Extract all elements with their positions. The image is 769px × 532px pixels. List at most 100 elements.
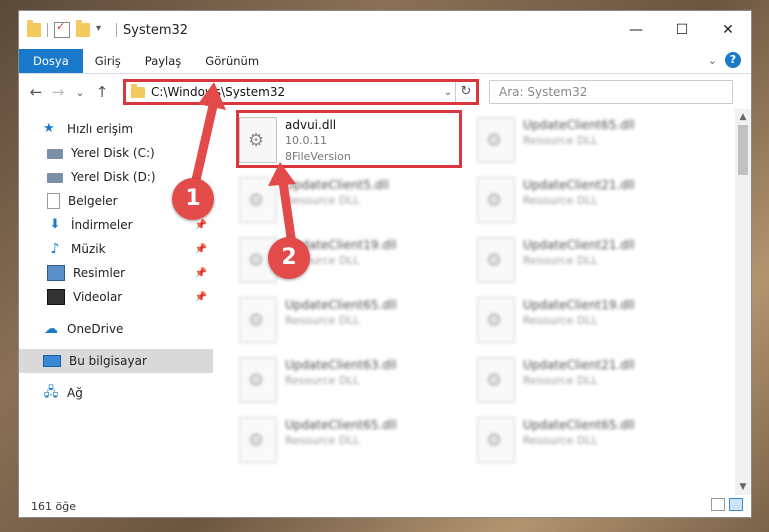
- item-count: 161 öğe: [31, 499, 76, 513]
- details-view-icon[interactable]: [711, 498, 725, 511]
- annotation-callout-1: 1: [172, 178, 214, 220]
- sidebar-item-onedrive[interactable]: ☁ OneDrive: [19, 317, 213, 341]
- file-description: Resource DLL: [523, 254, 598, 267]
- download-icon: ⬇: [49, 217, 61, 232]
- status-bar: 161 öğe: [19, 495, 751, 517]
- refresh-button[interactable]: ↻: [455, 82, 476, 102]
- expand-ribbon-icon[interactable]: ⌄: [708, 54, 717, 67]
- vertical-scrollbar[interactable]: ▲ ▼: [735, 109, 751, 495]
- dll-file-icon: [477, 417, 515, 463]
- maximize-button[interactable]: ☐: [659, 15, 705, 45]
- dll-file-icon: [477, 237, 515, 283]
- sidebar-item-label: Belgeler: [68, 194, 118, 208]
- network-icon: 🖧: [43, 385, 59, 400]
- sidebar-item-videos[interactable]: Videolar 📌: [19, 285, 213, 309]
- minimize-button[interactable]: —: [613, 15, 659, 45]
- file-item[interactable]: UpdateClient65.dll Resource DLL: [469, 413, 691, 471]
- file-item[interactable]: UpdateClient63.dll Resource DLL: [231, 353, 453, 411]
- drive-icon: [47, 149, 63, 159]
- dll-file-icon: [239, 297, 277, 343]
- sidebar-item-this-pc[interactable]: Bu bilgisayar: [19, 349, 213, 373]
- file-name: UpdateClient5.dll: [285, 178, 389, 192]
- back-button[interactable]: ←: [25, 83, 47, 101]
- sidebar-item-label: Ağ: [67, 386, 83, 400]
- navigation-bar: ← → ⌄ ↑ C:\Windows\System32 ⌄ ↻ Ara: Sys…: [19, 74, 751, 110]
- sidebar-item-label: Yerel Disk (D:): [71, 170, 156, 184]
- dll-file-icon: [239, 177, 277, 223]
- title-bar: ▾ System32 — ☐ ✕: [19, 11, 751, 49]
- dll-file-icon: [477, 357, 515, 403]
- annotation-callout-2: 2: [268, 237, 310, 279]
- file-item[interactable]: UpdateClient19.dllResource DLL: [231, 233, 453, 291]
- scroll-down-icon[interactable]: ▼: [735, 479, 751, 495]
- sidebar-item-label: Müzik: [71, 242, 106, 256]
- sidebar-item-pictures[interactable]: Resimler 📌: [19, 261, 213, 285]
- folder-icon: [131, 83, 145, 98]
- tiles-view-icon[interactable]: [729, 498, 743, 511]
- explorer-window: ▾ System32 — ☐ ✕ Dosya Giriş Paylaş Görü…: [18, 10, 752, 518]
- sidebar-item-music[interactable]: ♪ Müzik 📌: [19, 237, 213, 261]
- drive-icon: [47, 173, 63, 183]
- ribbon-tabs: Dosya Giriş Paylaş Görünüm ⌄ ?: [19, 49, 751, 74]
- tab-file[interactable]: Dosya: [19, 49, 83, 73]
- window-controls: — ☐ ✕: [613, 15, 751, 45]
- file-description: Resource DLL: [285, 374, 360, 387]
- file-description: Resource DLL: [523, 434, 598, 447]
- file-item[interactable]: UpdateClient65.dll Resource DLL: [231, 413, 453, 471]
- forward-button[interactable]: →: [47, 83, 69, 101]
- address-bar[interactable]: C:\Windows\System32 ⌄ ↻: [123, 79, 479, 105]
- sidebar-item-label: Resimler: [73, 266, 126, 280]
- file-name: UpdateClient21.dll: [523, 178, 635, 192]
- view-switcher: [711, 498, 743, 511]
- close-button[interactable]: ✕: [705, 15, 751, 45]
- file-highlight-box: [236, 110, 462, 168]
- address-path[interactable]: C:\Windows\System32: [151, 85, 441, 99]
- pin-icon[interactable]: 📌: [195, 268, 207, 279]
- sidebar-item-label: Videolar: [73, 290, 123, 304]
- pictures-icon: [47, 265, 65, 281]
- sidebar-item-disk-c[interactable]: Yerel Disk (C:): [19, 141, 213, 165]
- file-item[interactable]: UpdateClient21.dll Resource DLL: [469, 353, 691, 411]
- tab-share[interactable]: Paylaş: [133, 49, 194, 73]
- sidebar-item-label: İndirmeler: [71, 218, 133, 232]
- sidebar-item-label: Bu bilgisayar: [69, 354, 147, 368]
- scroll-up-icon[interactable]: ▲: [735, 109, 751, 125]
- customize-toolbar-icon[interactable]: ▾: [96, 23, 110, 37]
- cloud-icon: ☁: [44, 321, 58, 337]
- tab-view[interactable]: Görünüm: [193, 49, 271, 73]
- sidebar-item-quick-access[interactable]: ★ Hızlı erişim: [19, 117, 213, 141]
- file-item[interactable]: UpdateClient19.dllResource DLL: [469, 293, 691, 351]
- pin-icon[interactable]: 📌: [195, 244, 207, 255]
- music-icon: ♪: [50, 241, 60, 257]
- dll-file-icon: [239, 417, 277, 463]
- new-folder-icon[interactable]: [76, 20, 90, 37]
- file-description: Resource DLL: [285, 314, 360, 327]
- divider: [47, 23, 48, 37]
- file-item[interactable]: UpdateClient21.dll Resource DLL: [469, 233, 691, 291]
- dll-file-icon: [239, 357, 277, 403]
- properties-icon[interactable]: [54, 20, 70, 38]
- file-description: Resource DLL: [523, 314, 598, 327]
- file-description: Resource DLL: [285, 194, 360, 207]
- sidebar-item-label: OneDrive: [67, 322, 124, 336]
- file-item[interactable]: UpdateClient5.dll Resource DLL: [231, 173, 453, 231]
- dll-file-icon: [477, 297, 515, 343]
- search-input[interactable]: Ara: System32: [489, 80, 733, 104]
- file-item[interactable]: UpdateClient65.dll Resource DLL: [469, 113, 691, 171]
- file-name: UpdateClient65.dll: [285, 298, 397, 312]
- sidebar-item-network[interactable]: 🖧 Ağ: [19, 381, 213, 405]
- help-icon[interactable]: ?: [725, 52, 741, 68]
- file-item[interactable]: UpdateClient21.dll Resource DLL: [469, 173, 691, 231]
- navigation-pane: ★ Hızlı erişim Yerel Disk (C:) Yerel Dis…: [19, 109, 213, 495]
- tab-home[interactable]: Giriş: [83, 49, 133, 73]
- file-item[interactable]: UpdateClient65.dll Resource DLL: [231, 293, 453, 351]
- recent-locations-button[interactable]: ⌄: [69, 86, 91, 99]
- divider: [116, 23, 117, 37]
- up-button[interactable]: ↑: [91, 83, 113, 101]
- pin-icon[interactable]: 📌: [195, 220, 207, 231]
- pin-icon[interactable]: 📌: [195, 292, 207, 303]
- file-description: Resource DLL: [523, 134, 598, 147]
- chevron-down-icon[interactable]: ⌄: [441, 87, 455, 98]
- scrollbar-thumb[interactable]: [738, 125, 748, 175]
- window-title: System32: [123, 22, 189, 38]
